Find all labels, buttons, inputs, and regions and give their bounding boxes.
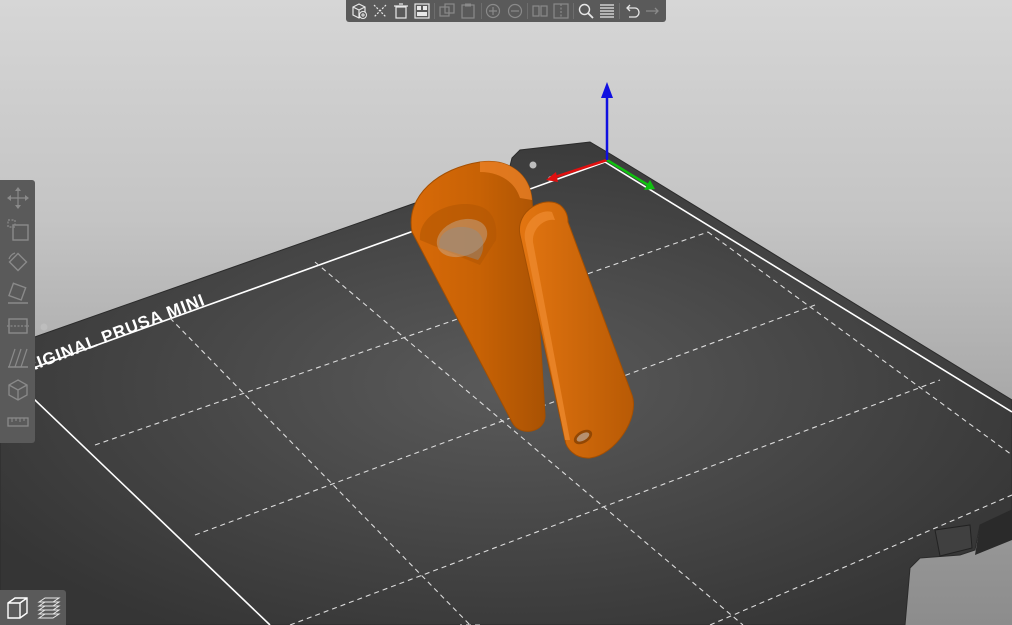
paste-button[interactable]: [458, 1, 478, 21]
measure-tool-button[interactable]: [2, 406, 34, 438]
preview-button[interactable]: [34, 593, 64, 623]
arrange-icon: [414, 3, 430, 19]
rotate-tool-button[interactable]: [2, 246, 34, 278]
split-objects-icon: [531, 5, 548, 17]
cut-icon: [6, 318, 29, 334]
remove-instance-button[interactable]: [505, 1, 525, 21]
add-instance-icon: [486, 3, 501, 19]
rotate-icon: [7, 252, 27, 272]
split-parts-button[interactable]: [551, 1, 571, 21]
place-on-face-icon: [7, 282, 28, 304]
scale-icon: [6, 219, 29, 241]
split-parts-icon: [553, 3, 569, 19]
top-toolbar: [346, 0, 666, 22]
seam-painting-icon: [7, 379, 28, 401]
place-on-face-tool-button[interactable]: [2, 278, 34, 310]
redo-button[interactable]: [643, 1, 663, 21]
remove-instance-icon: [507, 3, 522, 19]
scale-tool-button[interactable]: [2, 214, 34, 246]
paint-supports-tool-button[interactable]: [2, 342, 34, 374]
preview-icon: [37, 597, 61, 618]
z-axis-arrow: [601, 82, 613, 98]
measure-icon: [6, 417, 29, 427]
undo-icon: [625, 4, 640, 18]
3d-view-button[interactable]: [2, 593, 32, 623]
move-tool-button[interactable]: [2, 182, 34, 214]
add-icon: [352, 3, 368, 19]
search-button[interactable]: [576, 1, 596, 21]
layers-editing-button[interactable]: [597, 1, 617, 21]
bed-hole: [529, 161, 537, 169]
copy-button[interactable]: [437, 1, 457, 21]
left-toolbar: [0, 180, 35, 443]
delete-all-icon: [394, 3, 409, 19]
delete-button[interactable]: [370, 1, 390, 21]
paint-supports-icon: [7, 348, 28, 368]
split-objects-button[interactable]: [530, 1, 550, 21]
toolbar-separator: [572, 3, 574, 19]
toolbar-separator: [526, 3, 528, 19]
view-toggle: [0, 590, 66, 625]
search-icon: [578, 3, 594, 19]
paste-icon: [461, 3, 476, 19]
redo-icon: [645, 7, 659, 15]
copy-icon: [439, 3, 455, 17]
bed-hole: [40, 323, 48, 331]
toolbar-separator: [618, 3, 620, 19]
seam-painting-tool-button[interactable]: [2, 374, 34, 406]
delete-all-button[interactable]: [391, 1, 411, 21]
undo-button[interactable]: [622, 1, 642, 21]
arrange-button[interactable]: [412, 1, 432, 21]
add-button[interactable]: [349, 1, 369, 21]
3d-viewport[interactable]: ORIGINAL PRUSA MINI: [0, 0, 1012, 625]
toolbar-separator: [434, 3, 436, 19]
add-instance-button[interactable]: [483, 1, 503, 21]
toolbar-separator: [480, 3, 482, 19]
3d-view-icon: [7, 596, 28, 619]
cut-tool-button[interactable]: [2, 310, 34, 342]
delete-icon: [373, 4, 387, 18]
move-icon: [6, 187, 29, 209]
layers-editing-icon: [599, 4, 614, 18]
